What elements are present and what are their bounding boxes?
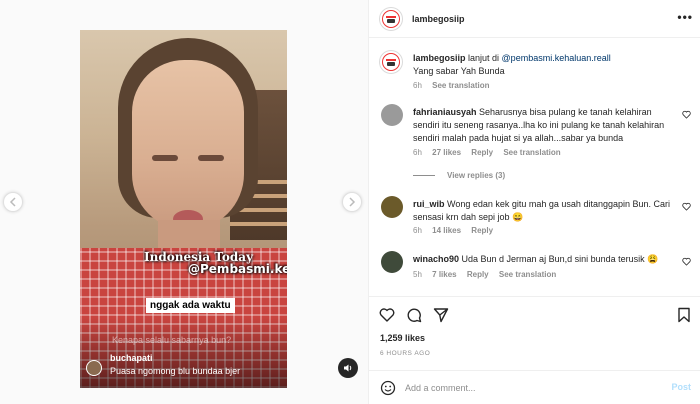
likes-count[interactable]: 1,259 likes bbox=[380, 333, 425, 343]
comment-body: Wong edan kek gitu mah ga usah ditanggap… bbox=[413, 199, 670, 222]
comment-text: rui_wib Wong edan kek gitu mah ga usah d… bbox=[413, 198, 675, 224]
comment-text: fahrianiausyah Seharusnya bisa pulang ke… bbox=[413, 106, 675, 145]
next-media-button[interactable] bbox=[342, 192, 362, 212]
watermark-handle: @Pembasmi.kehaluan.reall bbox=[188, 262, 287, 276]
like-button[interactable] bbox=[379, 307, 395, 323]
commenter-avatar[interactable] bbox=[381, 251, 403, 273]
comment-reply-button[interactable]: Reply bbox=[467, 270, 489, 279]
comment-see-translation[interactable]: See translation bbox=[503, 148, 560, 157]
commenter-avatar[interactable] bbox=[381, 104, 403, 126]
sound-toggle-button[interactable] bbox=[338, 358, 358, 378]
add-comment-bar: Post bbox=[369, 370, 700, 404]
caption-line-2: Yang sabar Yah Bunda bbox=[413, 66, 505, 76]
live-faded-question: Kenapa selalu sabarnya bun? bbox=[112, 335, 232, 345]
author-username[interactable]: lambegosiip bbox=[412, 14, 465, 24]
post-actions: 1,259 likes 6 HOURS AGO bbox=[369, 296, 700, 366]
live-comment-avatar bbox=[86, 360, 102, 376]
comment-likes[interactable]: 27 likes bbox=[432, 148, 461, 157]
caption-time[interactable]: 6h bbox=[413, 81, 422, 90]
share-icon bbox=[433, 308, 449, 323]
person-face bbox=[132, 60, 244, 230]
comment-icon bbox=[407, 308, 422, 323]
caption-see-translation[interactable]: See translation bbox=[432, 81, 489, 90]
comment-username[interactable]: winacho90 bbox=[413, 254, 459, 264]
left-eye bbox=[152, 155, 178, 161]
comment-reply-button[interactable]: Reply bbox=[471, 148, 493, 157]
post-comment-button[interactable]: Post bbox=[671, 382, 691, 392]
post-header: lambegosiip ••• bbox=[369, 0, 700, 38]
caption-text: lambegosiip lanjut di @pembasmi.kehaluan… bbox=[413, 52, 675, 78]
comment-time[interactable]: 6h bbox=[413, 226, 422, 235]
comment-like-icon[interactable] bbox=[682, 257, 691, 268]
chevron-right-icon bbox=[349, 197, 356, 207]
comment-time[interactable]: 6h bbox=[413, 148, 422, 157]
comment-input[interactable] bbox=[405, 380, 645, 396]
comment-reply-button[interactable]: Reply bbox=[471, 226, 493, 235]
caption-meta: 6h See translation bbox=[413, 81, 498, 90]
live-comment-message: Puasa ngomong blu bundaa bjer bbox=[110, 366, 241, 376]
share-button[interactable] bbox=[433, 307, 449, 323]
comment-username[interactable]: rui_wib bbox=[413, 199, 445, 209]
comment-body: Uda Bun d Jerman aj Bun,d sini bunda ter… bbox=[459, 254, 659, 264]
save-button[interactable] bbox=[676, 307, 692, 323]
live-comment-user: buchapati bbox=[110, 353, 153, 363]
replies-divider bbox=[413, 175, 435, 177]
bookmark-icon bbox=[678, 307, 690, 323]
comment-see-translation[interactable]: See translation bbox=[499, 270, 556, 279]
post-details-panel: lambegosiip ••• lambegosiip lanjut di @p… bbox=[368, 0, 700, 404]
comment-like-icon[interactable] bbox=[682, 202, 691, 213]
comment-time[interactable]: 5h bbox=[413, 270, 422, 279]
more-options-icon[interactable]: ••• bbox=[677, 10, 693, 24]
comment-text: winacho90 Uda Bun d Jerman aj Bun,d sini… bbox=[413, 253, 675, 266]
comment-meta: 6h 14 likes Reply bbox=[413, 226, 501, 235]
view-replies-label: View replies (3) bbox=[447, 171, 506, 180]
caption-username[interactable]: lambegosiip bbox=[413, 53, 466, 63]
caption-text-before: lanjut di bbox=[465, 53, 502, 63]
view-replies-button[interactable]: View replies (3) bbox=[413, 171, 505, 180]
previous-media-button[interactable] bbox=[3, 192, 23, 212]
comment-likes[interactable]: 14 likes bbox=[432, 226, 461, 235]
comment-meta: 5h 7 likes Reply See translation bbox=[413, 270, 564, 279]
video-caption-box: nggak ada waktu bbox=[146, 298, 235, 313]
comment-likes[interactable]: 7 likes bbox=[432, 270, 456, 279]
caption-avatar[interactable] bbox=[379, 50, 403, 74]
post-timestamp[interactable]: 6 HOURS AGO bbox=[380, 350, 430, 357]
caption-mention-link[interactable]: @pembasmi.kehaluan.reall bbox=[502, 53, 611, 63]
comment-username[interactable]: fahrianiausyah bbox=[413, 107, 477, 117]
emoji-icon bbox=[380, 380, 396, 396]
author-avatar[interactable] bbox=[379, 7, 403, 31]
right-eye bbox=[198, 155, 224, 161]
comment-like-icon[interactable] bbox=[682, 110, 691, 121]
comment-button[interactable] bbox=[406, 307, 422, 323]
commenter-avatar[interactable] bbox=[381, 196, 403, 218]
media-pane: Indonesia Today @Pembasmi.kehaluan.reall… bbox=[0, 0, 368, 404]
comment-meta: 6h 27 likes Reply See translation bbox=[413, 148, 569, 157]
chevron-left-icon bbox=[9, 197, 16, 207]
sound-icon bbox=[344, 364, 352, 372]
comments-list: lambegosiip lanjut di @pembasmi.kehaluan… bbox=[369, 38, 700, 296]
post-video[interactable]: Indonesia Today @Pembasmi.kehaluan.reall… bbox=[80, 30, 287, 388]
heart-icon bbox=[379, 308, 395, 322]
emoji-button[interactable] bbox=[380, 380, 396, 396]
